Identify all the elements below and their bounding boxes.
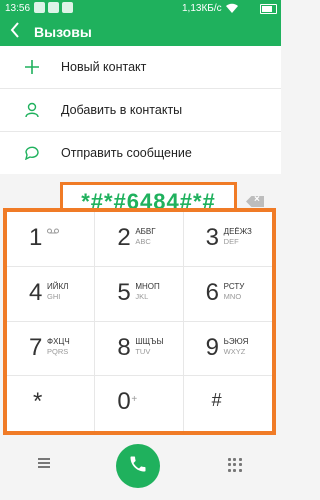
key-letters: ФХЦЧ PQRS <box>47 337 70 357</box>
key-symbol: # <box>211 390 222 411</box>
add-to-contacts-item[interactable]: Добавить в контакты <box>0 89 281 132</box>
dialer-actions-list: Новый контакт Добавить в контакты Отправ… <box>0 46 281 175</box>
key-digit: 5 <box>117 278 131 306</box>
bottom-bar <box>0 435 281 500</box>
key-letters-en: TUV <box>135 346 151 356</box>
key-letters-en: MNO <box>223 291 242 301</box>
key-letters-ru: ИЙКЛ <box>47 281 69 291</box>
key-digit: 4 <box>29 278 43 306</box>
call-button[interactable] <box>116 444 160 488</box>
notification-icons <box>34 2 73 13</box>
message-icon <box>21 142 43 164</box>
backspace-icon[interactable]: × <box>246 196 264 207</box>
key-2[interactable]: 2 АБВГ ABC <box>95 212 184 267</box>
key-letters-ru: АБВГ <box>135 227 156 236</box>
dialpad-icon[interactable] <box>228 458 242 472</box>
key-letters-en: JKL <box>135 291 149 301</box>
new-contact-item[interactable]: Новый контакт <box>0 46 281 89</box>
key-letters: ДЕЁЖЗ DEF <box>224 227 252 247</box>
key-digit: 6 <box>205 278 220 306</box>
dial-keypad: 1 2 АБВГ ABC 3 ДЕЁЖЗ DEF 4 ИЙКЛ GHI 5 МН… <box>3 208 276 435</box>
key-letters: МНОП JKL <box>135 282 159 302</box>
key-letters-ru: ДЕЁЖЗ <box>223 227 252 236</box>
key-letters-ru: ЬЭЮЯ <box>223 336 249 346</box>
page-title: Вызовы <box>34 24 92 40</box>
key-letters-en: DEF <box>223 237 239 246</box>
person-icon <box>21 99 43 121</box>
key-letters-en: GHI <box>47 291 61 301</box>
key-letters-en: PQRS <box>47 346 69 356</box>
phone-icon <box>128 454 148 479</box>
key-0[interactable]: 0 + <box>95 376 184 431</box>
plus-icon <box>21 56 43 78</box>
menu-icon[interactable] <box>38 458 50 468</box>
key-9[interactable]: 9 ЬЭЮЯ WXYZ <box>183 322 272 377</box>
key-letters: АБВГ ABC <box>135 227 155 247</box>
key-letters: РСТУ MNO <box>224 282 245 302</box>
key-plus: + <box>131 394 138 406</box>
key-letters-en: ABC <box>135 237 151 246</box>
app-bar: Вызовы <box>0 18 281 46</box>
app-notification-icon <box>48 2 59 13</box>
message-notification-icon <box>34 2 45 13</box>
key-digit: 1 <box>29 224 43 251</box>
key-letters-en: WXYZ <box>223 346 246 356</box>
key-7[interactable]: 7 ФХЦЧ PQRS <box>7 321 96 377</box>
key-letters-ru: МНОП <box>135 281 160 291</box>
key-digit: 8 <box>117 333 131 361</box>
key-4[interactable]: 4 ИЙКЛ GHI <box>7 266 96 322</box>
key-letters: ИЙКЛ GHI <box>47 282 68 302</box>
key-star[interactable]: * <box>7 376 96 431</box>
back-icon[interactable] <box>10 22 20 43</box>
wifi-icon <box>225 2 239 17</box>
voicemail-icon <box>47 227 59 237</box>
key-8[interactable]: 8 ШЩЪЫ TUV <box>95 321 184 377</box>
key-letters-ru: ШЩЪЫ <box>135 336 164 346</box>
key-1[interactable]: 1 <box>7 212 96 267</box>
key-letters: ШЩЪЫ TUV <box>135 337 163 357</box>
key-3[interactable]: 3 ДЕЁЖЗ DEF <box>183 212 272 267</box>
app-notification-icon <box>62 2 73 13</box>
status-time: 13:56 <box>5 3 31 14</box>
key-5[interactable]: 5 МНОП JKL <box>95 266 184 322</box>
key-letters: ЬЭЮЯ WXYZ <box>224 337 249 357</box>
status-bar: 13:56 1,13КБ/с <box>0 0 281 18</box>
key-digit: 3 <box>205 224 220 251</box>
key-digit: 2 <box>117 224 131 251</box>
menu-item-label: Отправить сообщение <box>61 146 192 160</box>
menu-item-label: Новый контакт <box>61 60 147 74</box>
key-symbol: * <box>33 388 43 416</box>
key-letters-ru: РСТУ <box>223 281 245 291</box>
key-letters-ru: ФХЦЧ <box>47 336 70 346</box>
key-digit: 0 <box>117 388 131 416</box>
send-message-item[interactable]: Отправить сообщение <box>0 132 281 175</box>
network-speed: 1,13КБ/с <box>182 3 222 14</box>
key-digit: 7 <box>29 333 43 361</box>
key-6[interactable]: 6 РСТУ MNO <box>183 267 272 322</box>
key-hash[interactable]: # <box>184 376 272 431</box>
key-digit: 9 <box>205 333 220 361</box>
battery-icon <box>260 4 277 14</box>
menu-item-label: Добавить в контакты <box>61 103 183 117</box>
